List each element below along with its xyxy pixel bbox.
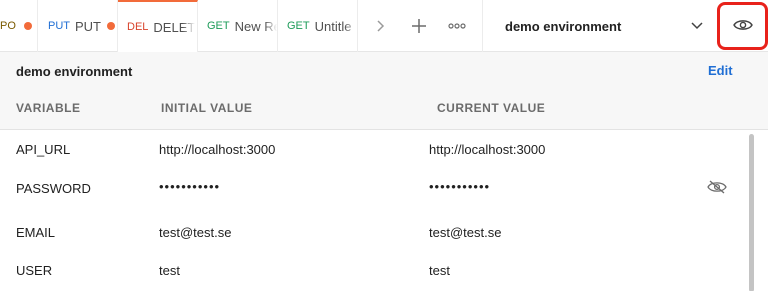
current-value: test@test.se: [429, 225, 502, 240]
tab-name: New Re: [234, 18, 277, 34]
initial-value: test: [159, 263, 180, 278]
environment-selector[interactable]: demo environment: [482, 0, 714, 52]
request-tab-active[interactable]: DEL DELETE: [118, 0, 198, 52]
initial-value-masked: •••••••••••: [159, 179, 221, 194]
request-tab[interactable]: GET New Re: [198, 0, 278, 52]
variable-name: USER: [16, 263, 53, 278]
tab-name: PUT: [75, 18, 101, 34]
edit-environment-link[interactable]: Edit: [708, 63, 733, 78]
initial-value: http://localhost:3000: [159, 142, 276, 157]
tab-name: DELETE: [153, 19, 196, 35]
tab-method: GET: [287, 20, 310, 32]
tab-method: DEL: [127, 21, 149, 33]
environment-selector-label: demo environment: [505, 18, 622, 34]
panel-title: demo environment: [16, 64, 133, 79]
unsaved-dot-icon: [23, 22, 32, 30]
vertical-scrollbar[interactable]: [749, 130, 755, 291]
variable-name: EMAIL: [16, 225, 56, 240]
tab-method: PO: [0, 20, 16, 32]
environment-quick-look-button[interactable]: [717, 2, 768, 50]
table-row: PASSWORD ••••••••••• •••••••••••: [0, 169, 748, 209]
eye-icon: [732, 18, 753, 35]
tab-method: PUT: [48, 20, 70, 32]
current-value-masked: •••••••••••: [429, 179, 491, 194]
eye-off-icon[interactable]: [707, 180, 727, 197]
unsaved-dot-icon: [107, 22, 115, 30]
variable-name: API_URL: [16, 142, 71, 157]
current-value: http://localhost:3000: [429, 142, 546, 157]
environment-quick-look-panel: demo environment Edit VARIABLE INITIAL V…: [0, 52, 768, 291]
request-tab[interactable]: PO: [0, 0, 38, 52]
variables-table: API_URL http://localhost:3000 http://loc…: [0, 129, 768, 291]
chevron-down-icon: [690, 18, 704, 35]
variable-name: PASSWORD: [16, 181, 91, 196]
chevron-right-icon[interactable]: [358, 0, 402, 52]
table-row: API_URL http://localhost:3000 http://loc…: [0, 130, 748, 170]
column-header-current-value: CURRENT VALUE: [437, 101, 546, 115]
initial-value: test@test.se: [159, 225, 232, 240]
plus-icon[interactable]: [402, 0, 436, 52]
table-row: EMAIL test@test.se test@test.se: [0, 213, 748, 253]
tab-method: GET: [207, 20, 230, 32]
scrollbar-thumb[interactable]: [749, 134, 754, 291]
current-value: test: [429, 263, 450, 278]
column-header-initial-value: INITIAL VALUE: [161, 101, 253, 115]
table-row: USER test test: [0, 251, 748, 291]
ellipsis-icon[interactable]: [440, 0, 474, 52]
request-tab[interactable]: PUT PUT: [38, 0, 118, 52]
column-header-variable: VARIABLE: [16, 101, 81, 115]
tab-bar: PO PUT PUT DEL DELETE GET New Re GET Unt…: [0, 0, 768, 52]
request-tab[interactable]: GET Untitle: [278, 0, 358, 52]
tab-name: Untitle: [314, 18, 352, 34]
